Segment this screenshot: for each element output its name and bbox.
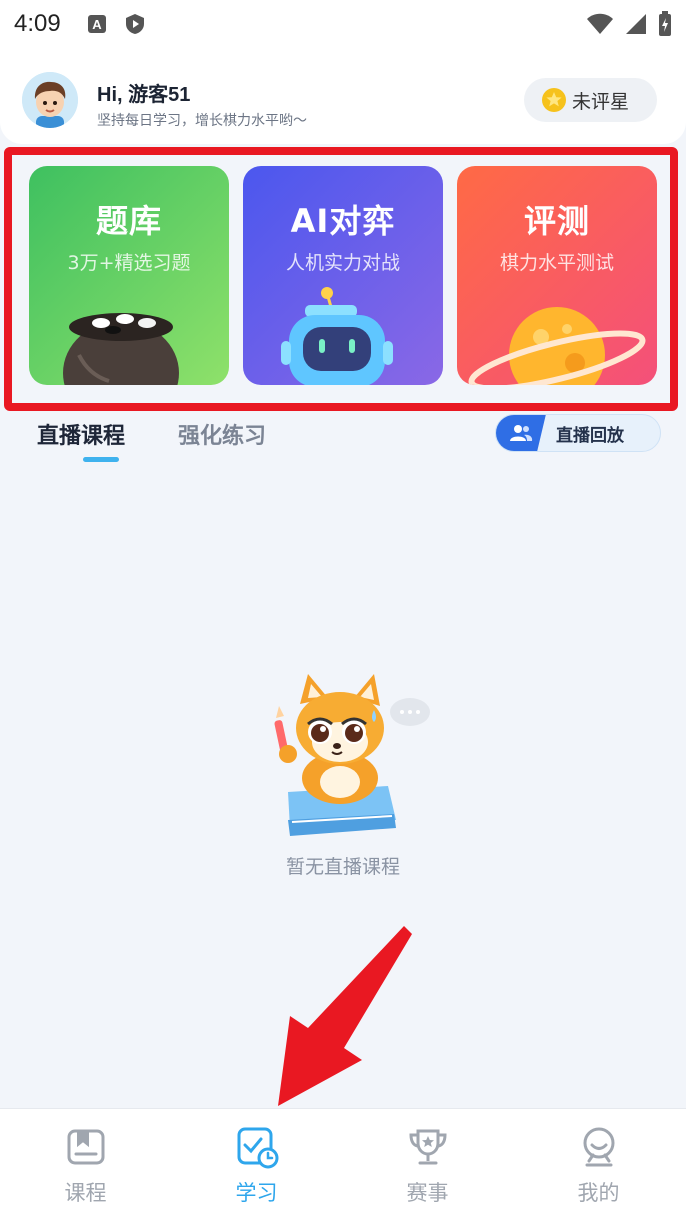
profile-icon bbox=[583, 1127, 614, 1167]
tab-live-courses[interactable]: 直播课程 bbox=[37, 418, 125, 450]
status-bar: 4:09 A bbox=[0, 0, 686, 48]
red-arrow-annotation bbox=[278, 926, 412, 1106]
wifi-icon bbox=[587, 13, 613, 34]
nav-item-study[interactable]: 学习 bbox=[171, 1109, 342, 1221]
tab-practice[interactable]: 强化练习 bbox=[178, 418, 266, 450]
nav-item-profile[interactable]: 我的 bbox=[513, 1109, 684, 1221]
star-icon bbox=[542, 88, 566, 112]
shield-play-icon bbox=[125, 14, 144, 34]
replay-icon-wrapper bbox=[496, 415, 546, 451]
live-replay-label: 直播回放 bbox=[556, 425, 624, 446]
star-rating-label: 未评星 bbox=[572, 90, 630, 113]
live-replay-button[interactable]: 直播回放 bbox=[495, 414, 661, 452]
avatar[interactable] bbox=[22, 72, 78, 128]
nav-item-events[interactable]: 赛事 bbox=[342, 1109, 513, 1221]
nav-label-study: 学习 bbox=[235, 1181, 278, 1205]
study-icon bbox=[237, 1127, 278, 1169]
status-time: 4:09 bbox=[14, 10, 61, 37]
fox-mascot-illustration bbox=[274, 674, 430, 836]
bottom-navigation: 课程 学习 赛事 我的 bbox=[0, 1108, 686, 1221]
font-notification-icon: A bbox=[87, 15, 106, 33]
group-people-icon bbox=[510, 425, 533, 441]
nav-label-profile: 我的 bbox=[577, 1181, 620, 1205]
empty-state-text: 暂无直播课程 bbox=[285, 856, 400, 878]
star-rating-badge[interactable]: 未评星 bbox=[524, 78, 657, 122]
active-tab-indicator bbox=[83, 457, 119, 462]
user-motto: 坚持每日学习，增长棋力水平哟～ bbox=[97, 113, 307, 129]
nav-label-events: 赛事 bbox=[406, 1181, 449, 1205]
cell-signal-icon bbox=[626, 14, 646, 34]
status-system-icons bbox=[586, 11, 672, 37]
trophy-icon bbox=[408, 1129, 447, 1165]
user-header: Hi, 游客51 坚持每日学习，增长棋力水平哟～ 未评星 bbox=[0, 48, 686, 144]
nav-item-courses[interactable]: 课程 bbox=[0, 1109, 171, 1221]
user-greeting: Hi, 游客51 bbox=[97, 84, 191, 106]
highlight-annotation-box bbox=[4, 147, 678, 411]
svg-text:A: A bbox=[92, 17, 102, 32]
course-icon bbox=[67, 1129, 104, 1165]
status-notification-icons: A bbox=[87, 13, 145, 35]
nav-label-courses: 课程 bbox=[64, 1181, 107, 1205]
battery-icon bbox=[659, 11, 671, 36]
avatar-boy-icon bbox=[22, 72, 78, 128]
